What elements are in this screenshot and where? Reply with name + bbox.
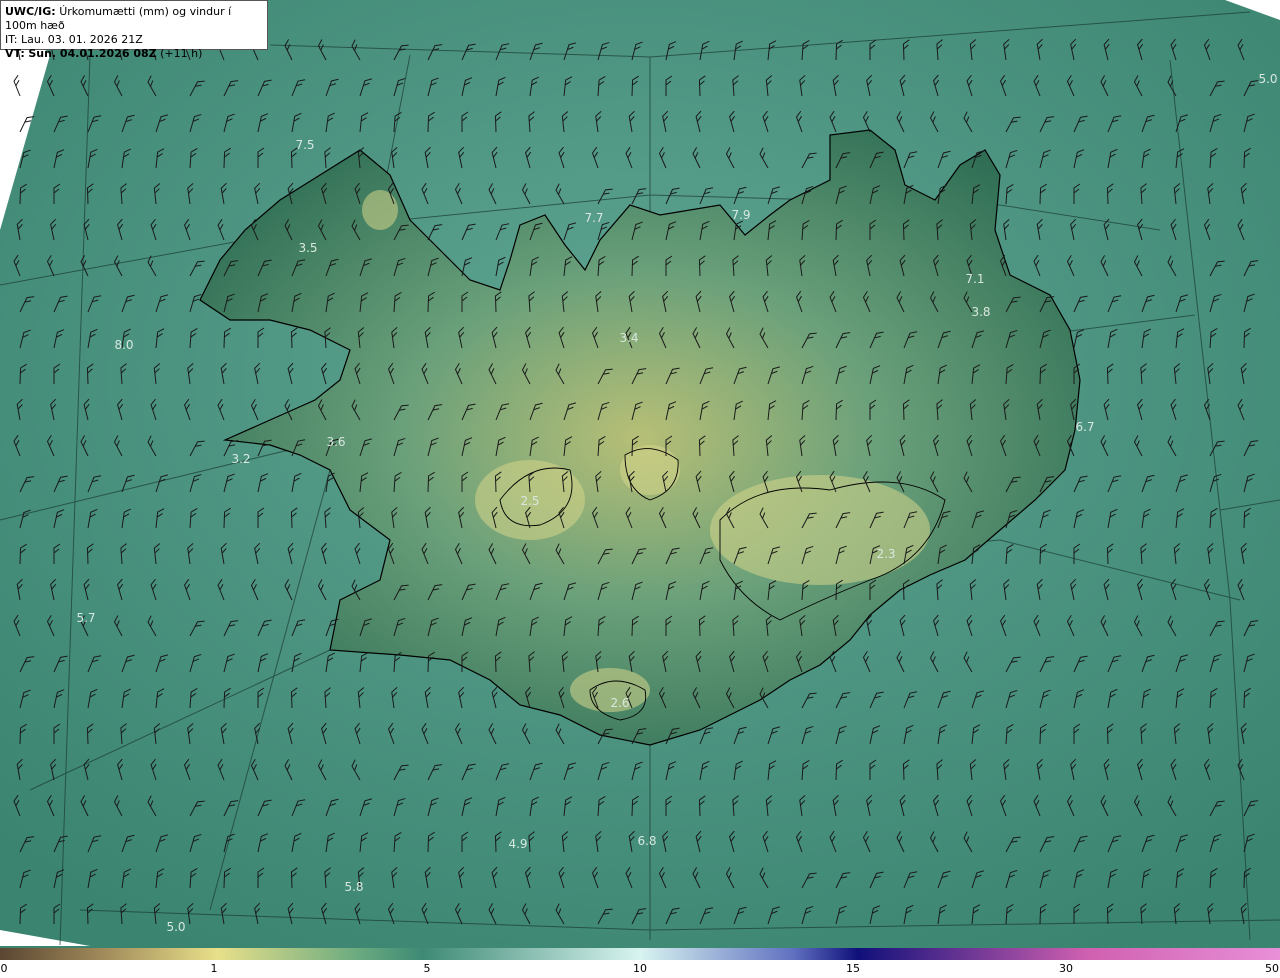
value-label: 2.6: [610, 696, 630, 710]
value-label: 5.0: [1258, 72, 1278, 86]
value-label: 3.8: [971, 305, 991, 319]
colorbar: [0, 948, 1280, 960]
vt-prefix: VT:: [5, 47, 25, 60]
value-label: 3.4: [619, 331, 639, 345]
value-label: 2.3: [876, 547, 896, 561]
map-canvas: [0, 0, 1280, 948]
colorbar-tick-label: 0: [0, 962, 8, 975]
value-label: 6.8: [637, 834, 657, 848]
product-code: UWC/IG:: [5, 5, 56, 18]
header-box: UWC/IG: Úrkomumætti (mm) og vindur í 100…: [0, 0, 268, 60]
forecast-map[interactable]: 5.0 7.5 7.7 7.9 3.5 8.0 3.4 7.1 3.8 3.6 3.2 6.7 2.5 2…: [0, 0, 1280, 948]
value-label: 7.5: [295, 138, 315, 152]
value-label: 8.0: [114, 338, 134, 352]
colorbar-tick-label: 5: [423, 962, 431, 975]
value-label: 5.0: [166, 920, 186, 934]
vt-offset: (+11 h): [160, 47, 203, 60]
value-label: 7.7: [584, 211, 604, 225]
value-label: 7.1: [965, 272, 985, 286]
init-time: IT: Lau. 03. 01. 2026 21Z: [5, 33, 143, 46]
value-label: 4.9: [508, 837, 528, 851]
value-label: 5.7: [76, 611, 96, 625]
header-title-line: UWC/IG: Úrkomumætti (mm) og vindur í 100…: [5, 5, 263, 33]
value-label: 7.9: [731, 208, 751, 222]
colorbar-tick-label: 15: [846, 962, 860, 975]
value-label: 3.6: [326, 435, 346, 449]
vt-date: Sun. 04.01.2026 08Z: [28, 47, 157, 60]
value-label: 3.2: [231, 452, 251, 466]
value-label: 5.8: [344, 880, 364, 894]
valid-time-line: VT: Sun. 04.01.2026 08Z (+11 h): [5, 47, 263, 61]
colorbar-tick-label: 1: [210, 962, 218, 975]
value-label: 6.7: [1075, 420, 1095, 434]
value-label: 3.5: [298, 241, 318, 255]
value-label: 2.5: [520, 494, 540, 508]
colorbar-tick-label: 10: [633, 962, 647, 975]
colorbar-tick-label: 50: [1265, 962, 1279, 975]
colorbar-tick-label: 30: [1059, 962, 1073, 975]
